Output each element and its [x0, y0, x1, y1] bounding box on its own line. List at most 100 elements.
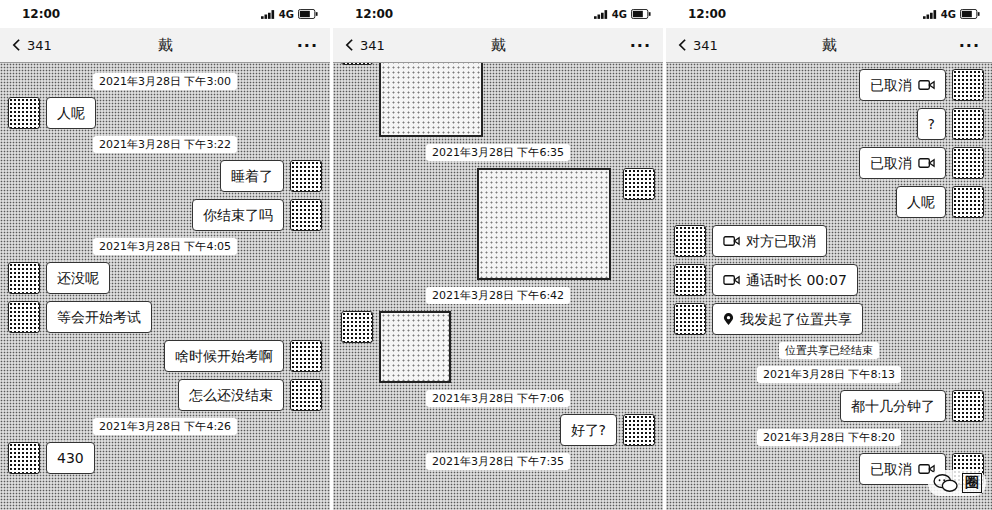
call-text: 已取消: [870, 460, 912, 478]
text-bubble[interactable]: 430: [46, 442, 95, 474]
timestamp: 2021年3月28日 下午7:06: [426, 390, 570, 407]
sticker-image[interactable]: [379, 311, 451, 383]
text-bubble[interactable]: 都十几分钟了: [840, 390, 946, 422]
status-bar: 12:00 4G: [333, 0, 663, 28]
unread-count: 341: [693, 38, 718, 53]
status-icons: 4G: [261, 9, 318, 20]
avatar[interactable]: [290, 379, 322, 411]
call-text: 已取消: [870, 154, 912, 172]
battery-icon: [960, 9, 980, 19]
more-menu-button[interactable]: ···: [297, 36, 318, 55]
status-bar: 12:004G: [666, 0, 992, 28]
message-row: [341, 311, 655, 383]
status-bar: 12:004G: [0, 0, 330, 28]
avatar[interactable]: [952, 69, 984, 101]
signal-icon: [923, 10, 937, 19]
status-time: 12:00: [688, 7, 726, 21]
avatar[interactable]: [341, 311, 373, 343]
location-pin-icon: [723, 313, 734, 326]
text-bubble[interactable]: 好了?: [560, 414, 617, 446]
back-button[interactable]: 341: [678, 38, 822, 53]
message-row: [341, 63, 655, 137]
avatar[interactable]: [8, 97, 40, 129]
status-icons: 4G: [594, 9, 651, 20]
back-chevron-icon: [12, 38, 21, 52]
timestamp: 2021年3月28日 下午6:42: [426, 287, 570, 304]
avatar[interactable]: [952, 147, 984, 179]
status-time: 12:00: [355, 7, 393, 21]
chat-panel: 12:004G341戴···2021年3月28日 下午3:00人呢2021年3月…: [0, 0, 330, 510]
text-bubble[interactable]: 啥时候开始考啊: [164, 340, 284, 372]
call-text: 通话时长 00:07: [746, 271, 847, 289]
message-list: 已取消?已取消人呢对方已取消通话时长 00:07我发起了位置共享位置共享已经结束…: [666, 63, 992, 510]
text-bubble[interactable]: ?: [917, 108, 946, 140]
location-bubble[interactable]: 我发起了位置共享: [712, 303, 863, 335]
avatar[interactable]: [952, 390, 984, 422]
back-button[interactable]: 341: [345, 38, 491, 53]
call-bubble[interactable]: 已取消: [859, 147, 946, 179]
message-row: 你结束了吗: [8, 199, 322, 231]
chat-panel: 12:004G341戴···已取消?已取消人呢对方已取消通话时长 00:07我发…: [666, 0, 992, 510]
chat-title: 戴: [822, 36, 837, 55]
message-row: 我发起了位置共享: [674, 303, 984, 335]
timestamp: 2021年3月28日 下午6:35: [426, 144, 570, 161]
message-row: 都十几分钟了: [674, 390, 984, 422]
more-menu-button[interactable]: ···: [630, 36, 651, 55]
message-row: 430: [8, 442, 322, 474]
battery-icon: [631, 9, 651, 19]
avatar[interactable]: [8, 301, 40, 333]
more-menu-button[interactable]: ···: [959, 36, 980, 55]
message-row: 人呢: [674, 186, 984, 218]
avatar[interactable]: [290, 340, 322, 372]
avatar[interactable]: [290, 199, 322, 231]
message-row: ?: [674, 108, 984, 140]
message-row: 等会开始考试: [8, 301, 322, 333]
text-bubble[interactable]: 人呢: [46, 97, 96, 129]
timestamp: 2021年3月28日 下午4:05: [93, 238, 237, 255]
message-row: 对方已取消: [674, 225, 984, 257]
text-bubble[interactable]: 睡着了: [220, 160, 284, 192]
message-row: [341, 168, 655, 280]
sticker-image[interactable]: [379, 63, 483, 137]
call-text: 对方已取消: [746, 232, 816, 250]
text-bubble[interactable]: 等会开始考试: [46, 301, 152, 333]
unread-count: 341: [360, 38, 385, 53]
video-call-icon: [723, 235, 740, 247]
avatar[interactable]: [623, 168, 655, 200]
avatar[interactable]: [674, 303, 706, 335]
avatar[interactable]: [290, 160, 322, 192]
message-row: 好了?: [341, 414, 655, 446]
back-button[interactable]: 341: [12, 38, 158, 53]
avatar[interactable]: [952, 186, 984, 218]
back-chevron-icon: [678, 38, 687, 52]
avatar[interactable]: [674, 225, 706, 257]
call-bubble[interactable]: 通话时长 00:07: [712, 264, 858, 296]
watermark: 圈: [928, 470, 986, 496]
sticker-image[interactable]: [477, 168, 611, 280]
chat-header: 341 戴 ···: [666, 28, 992, 63]
text-bubble[interactable]: 怎么还没结束: [178, 379, 284, 411]
call-bubble[interactable]: 对方已取消: [712, 225, 827, 257]
message-row: 人呢: [8, 97, 322, 129]
avatar[interactable]: [8, 442, 40, 474]
text-bubble[interactable]: 你结束了吗: [192, 199, 284, 231]
timestamp: 2021年3月28日 下午3:00: [93, 73, 237, 90]
message-row: 已取消: [674, 147, 984, 179]
text-bubble[interactable]: 还没呢: [46, 262, 110, 294]
chat-title: 戴: [491, 36, 506, 55]
call-bubble[interactable]: 已取消: [859, 69, 946, 101]
message-row: 啥时候开始考啊: [8, 340, 322, 372]
chat-header: 341 戴 ···: [333, 28, 663, 63]
signal-icon: [261, 10, 275, 19]
avatar[interactable]: [623, 414, 655, 446]
avatar[interactable]: [952, 108, 984, 140]
avatar[interactable]: [674, 264, 706, 296]
video-call-icon: [918, 157, 935, 169]
avatar[interactable]: [341, 63, 373, 65]
avatar[interactable]: [8, 262, 40, 294]
timestamp: 2021年3月28日 下午4:26: [93, 418, 237, 435]
text-bubble[interactable]: 人呢: [896, 186, 946, 218]
unread-count: 341: [27, 38, 52, 53]
signal-icon: [594, 10, 608, 19]
message-row: 还没呢: [8, 262, 322, 294]
